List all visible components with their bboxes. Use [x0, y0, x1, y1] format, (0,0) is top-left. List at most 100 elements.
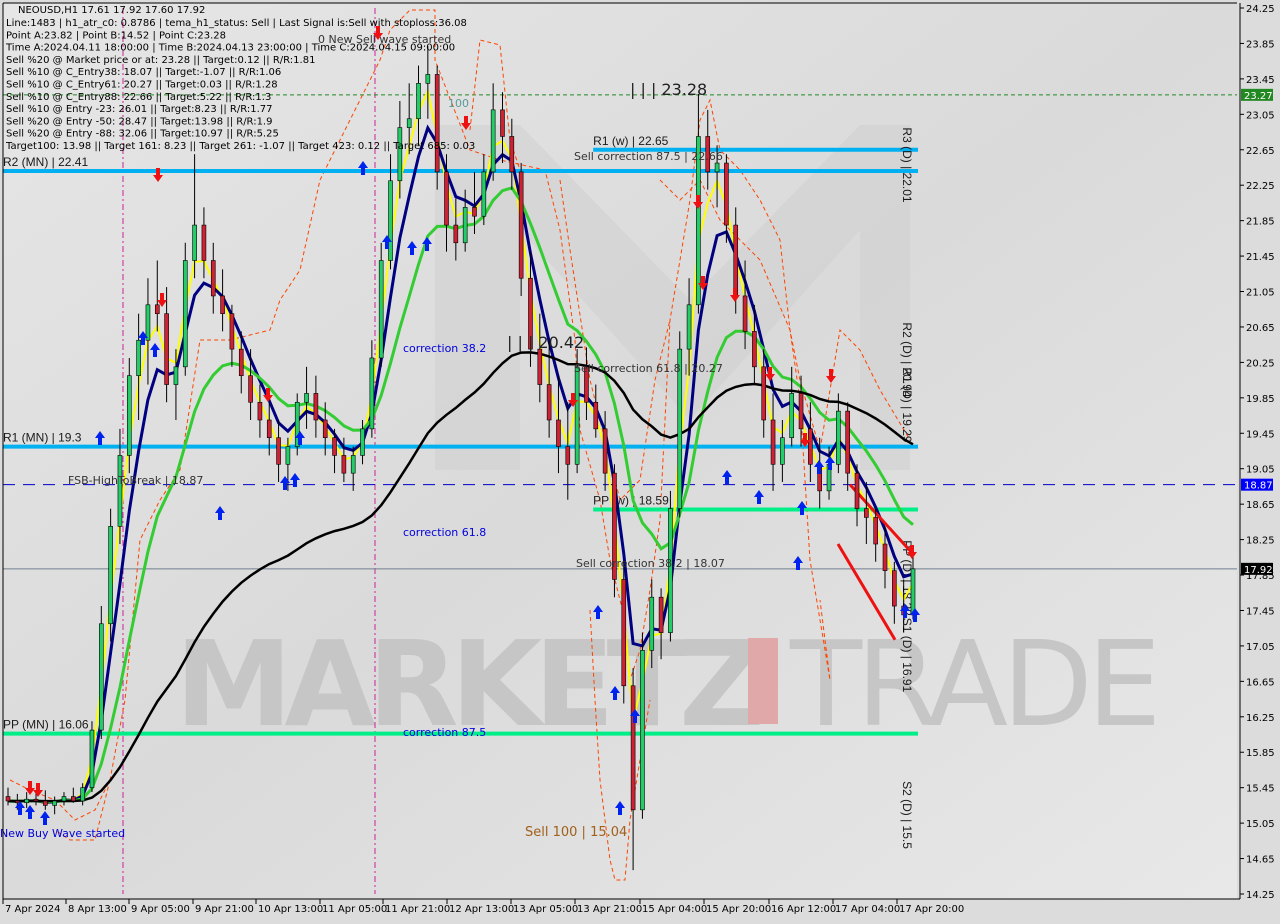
candle-bearish — [630, 685, 636, 811]
pivot-level-label: R1 (MN) | 19.3 — [3, 431, 82, 445]
y-tick-label: 14.65 — [1246, 855, 1275, 866]
candle-bearish — [33, 798, 39, 802]
candle-bearish — [15, 800, 20, 804]
candle-bearish — [537, 348, 543, 385]
candle-bullish — [686, 304, 692, 350]
info-line: Sell %20 @ Entry -88: 32.06 || Target:10… — [6, 129, 279, 140]
candle-bearish — [602, 428, 608, 474]
x-tick-label: 15 Apr 20:00 — [706, 904, 771, 915]
y-tick-label: 14.25 — [1246, 890, 1275, 901]
x-tick-label: 10 Apr 13:00 — [258, 904, 323, 915]
candle-bearish — [434, 74, 440, 173]
candle-bullish — [780, 437, 785, 465]
candle-bearish — [892, 570, 897, 607]
candle-bearish — [733, 224, 739, 297]
candle-bearish — [658, 596, 664, 633]
x-tick-label: 16 Apr 12:00 — [771, 904, 836, 915]
price-tag-label: 23.27 — [1244, 91, 1273, 102]
info-line: Time A:2024.04.11 18:00:00 | Time B:2024… — [5, 43, 455, 54]
candle-bearish — [761, 366, 767, 421]
info-line: Sell %10 @ Entry -23: 26.01 || Target:8.… — [6, 104, 272, 115]
candle-bearish — [322, 419, 328, 439]
info-line: Target100: 13.98 || Target 161: 8.23 || … — [5, 141, 475, 152]
price-tag-label: 18.87 — [1244, 481, 1273, 492]
chart-annotation: New Buy Wave started — [0, 827, 125, 840]
candle-bearish — [752, 331, 757, 368]
candle-bullish — [789, 393, 795, 439]
y-tick-label: 18.25 — [1246, 536, 1275, 547]
x-tick-label: 13 Apr 21:00 — [577, 904, 642, 915]
daily-pivot-label: R1 (D) | 19.29 — [900, 367, 914, 442]
candle-bullish — [117, 455, 123, 527]
candle-bullish — [369, 357, 375, 430]
candle-bearish — [341, 455, 347, 474]
candle-bearish — [845, 410, 850, 474]
candle-bullish — [304, 393, 309, 403]
daily-pivot-label: S2 (D) | 15.5 — [900, 781, 914, 849]
candle-bearish — [724, 162, 729, 226]
candle-bullish — [649, 596, 655, 651]
candle-bearish — [210, 260, 216, 297]
pivot-level-label: R1 (w) | 22.65 — [593, 134, 668, 148]
y-tick-label: 16.25 — [1246, 713, 1275, 724]
candle-bearish — [71, 796, 76, 802]
candle-bullish — [192, 224, 197, 261]
x-tick-label: 8 Apr 13:00 — [68, 904, 127, 915]
chart-annotation: | | | 23.28 — [630, 80, 707, 99]
candle-bearish — [43, 800, 48, 806]
candle-bearish — [332, 437, 337, 456]
candle-bearish — [472, 207, 477, 217]
y-tick-label: 17.45 — [1246, 606, 1275, 617]
candle-bearish — [864, 508, 869, 518]
candle-bullish — [61, 796, 67, 802]
candle-bearish — [798, 393, 804, 430]
candle-bullish — [388, 180, 393, 261]
chart-annotation: correction 38.2 — [403, 342, 486, 355]
candle-bullish — [145, 304, 151, 341]
watermark-divider — [748, 638, 778, 724]
chart-annotation: FSB-HighToBreak | 18.87 — [68, 474, 203, 487]
y-tick-label: 21.05 — [1246, 288, 1275, 299]
trading-chart[interactable]: MARKETZ TRADE R2 (MN) | 22.41 R1 (MN) | 1… — [0, 0, 1280, 920]
candle-bearish — [453, 224, 459, 244]
candle-bearish — [770, 419, 776, 465]
candle-bullish — [425, 74, 431, 84]
candle-bullish — [406, 118, 412, 128]
daily-pivot-label: S1 (D) | 16.91 — [900, 618, 914, 693]
x-tick-label: 12 Apr 13:00 — [449, 904, 514, 915]
daily-pivot-label: R3 (D) | 22.01 — [900, 127, 914, 202]
y-tick-label: 23.45 — [1246, 75, 1275, 86]
candle-bearish — [5, 796, 11, 802]
candle-bearish — [229, 313, 235, 350]
x-tick-label: 7 Apr 2024 — [5, 904, 60, 915]
y-tick-label: 22.25 — [1246, 181, 1275, 192]
y-tick-label: 19.45 — [1246, 429, 1275, 440]
candle-bullish — [182, 260, 188, 368]
candle-bearish — [565, 446, 571, 465]
candle-bullish — [640, 650, 645, 811]
info-line: Sell %10 @ C_Entry38: 18.07 || Target:-1… — [6, 67, 281, 78]
symbol-header: NEOUSD,H1 17.61 17.92 17.60 17.92 — [18, 5, 205, 16]
candle-bearish — [593, 401, 599, 430]
y-tick-label: 18.65 — [1246, 500, 1275, 511]
candle-bearish — [882, 543, 888, 571]
x-tick-label: 17 Apr 20:00 — [899, 904, 964, 915]
candle-bullish — [98, 623, 104, 731]
candle-bullish — [836, 410, 841, 465]
candle-bearish — [154, 304, 160, 314]
candle-bullish — [126, 375, 132, 456]
candle-bullish — [136, 339, 141, 376]
info-line: Sell %10 @ C_Entry61: 20.27 || Target:0.… — [6, 80, 278, 91]
candle-bullish — [173, 366, 179, 385]
y-tick-label: 21.85 — [1246, 217, 1275, 228]
candle-bearish — [201, 224, 207, 261]
candle-bearish — [518, 171, 524, 279]
candle-bearish — [238, 348, 244, 376]
candle-bullish — [668, 508, 673, 633]
candle-bearish — [220, 295, 225, 314]
y-tick-label: 20.25 — [1246, 358, 1275, 369]
chart-canvas[interactable]: MARKETZ TRADE R2 (MN) | 22.41R1 (MN) | 1… — [0, 0, 1280, 920]
x-tick-label: 11 Apr 05:00 — [322, 904, 387, 915]
candle-bearish — [742, 295, 748, 332]
candle-bullish — [574, 366, 580, 465]
